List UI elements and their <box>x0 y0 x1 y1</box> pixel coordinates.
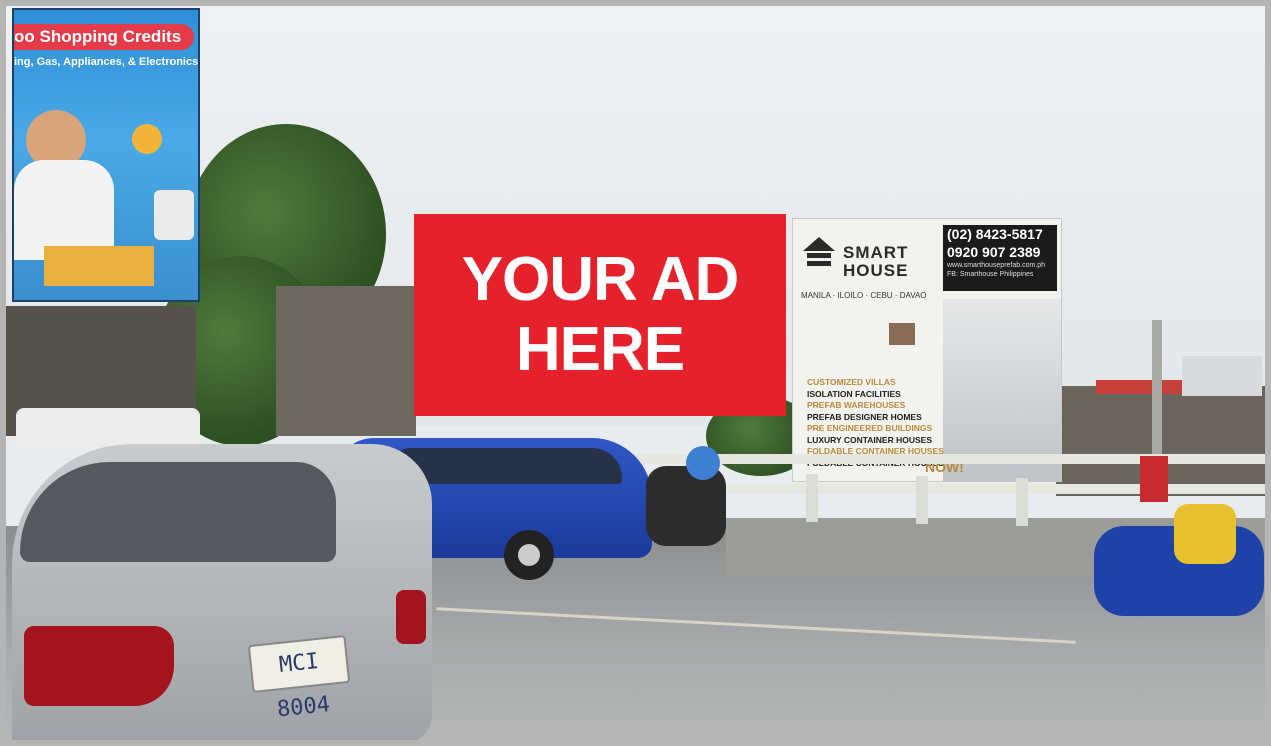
phone-panel: (02) 8423-5817 0920 907 2389 www.smartho… <box>943 225 1057 291</box>
motorcycle-center <box>646 466 726 546</box>
service-item: PRE ENGINEERED BUILDINGS <box>807 423 933 433</box>
ad-line-1: YOUR AD <box>461 245 740 314</box>
person-shirt <box>14 160 114 260</box>
credit-cards <box>44 246 154 286</box>
red-roof <box>1096 380 1186 394</box>
website: www.smarthouseprefab.com.ph <box>947 262 1046 269</box>
service-item: PREFAB DESIGNER HOMES <box>807 411 922 422</box>
phone-1: (02) 8423-5817 <box>947 226 1043 242</box>
service-item: ISOLATION FACILITIES <box>807 388 901 399</box>
service-item: CUSTOMIZED VILLAS <box>807 377 896 387</box>
railing-post <box>1016 478 1028 526</box>
cities: MANILA · ILOILO · CEBU · DAVAO <box>801 291 927 300</box>
car-wheel <box>504 530 554 580</box>
rider-helmet <box>686 446 720 480</box>
railing-post <box>806 474 818 522</box>
house-logo-icon <box>803 237 835 266</box>
street-photo: oo Shopping Credits ing, Gas, Appliances… <box>6 6 1265 740</box>
brand-line-2: HOUSE <box>843 261 909 280</box>
utility-pole <box>1152 320 1162 460</box>
silver-car-rear-window <box>20 462 336 562</box>
rider-yellow-jacket <box>1174 504 1236 564</box>
smarthouse-billboard: SMART HOUSE (02) 8423-5817 0920 907 2389… <box>792 218 1062 482</box>
white-building <box>1182 356 1262 396</box>
phone-2: 0920 907 2389 <box>947 244 1041 260</box>
smarthouse-logo: SMART HOUSE <box>801 233 941 293</box>
window-icon <box>889 323 915 345</box>
service-item: LUXURY CONTAINER HOUSES <box>807 434 932 445</box>
ad-placeholder-board: YOUR AD HERE <box>414 214 786 416</box>
brand-line-1: SMART <box>843 243 909 262</box>
digital-billboard: oo Shopping Credits ing, Gas, Appliances… <box>12 8 200 302</box>
railing-post <box>916 476 928 524</box>
facebook: FB: Smarthouse Philippines <box>947 271 1034 278</box>
screen-subtitle: ing, Gas, Appliances, & Electronics <box>14 56 199 68</box>
license-plate: MCI 8004 <box>247 635 351 722</box>
pedestrian <box>1140 456 1168 502</box>
service-item: PREFAB WAREHOUSES <box>807 400 906 410</box>
screen-title: oo Shopping Credits <box>14 24 194 50</box>
food-icon <box>132 124 162 154</box>
tail-light <box>24 626 174 706</box>
ad-line-2: HERE <box>515 315 685 384</box>
tail-light <box>396 590 426 644</box>
washer-icon <box>154 190 194 240</box>
shanty-house <box>276 286 416 436</box>
